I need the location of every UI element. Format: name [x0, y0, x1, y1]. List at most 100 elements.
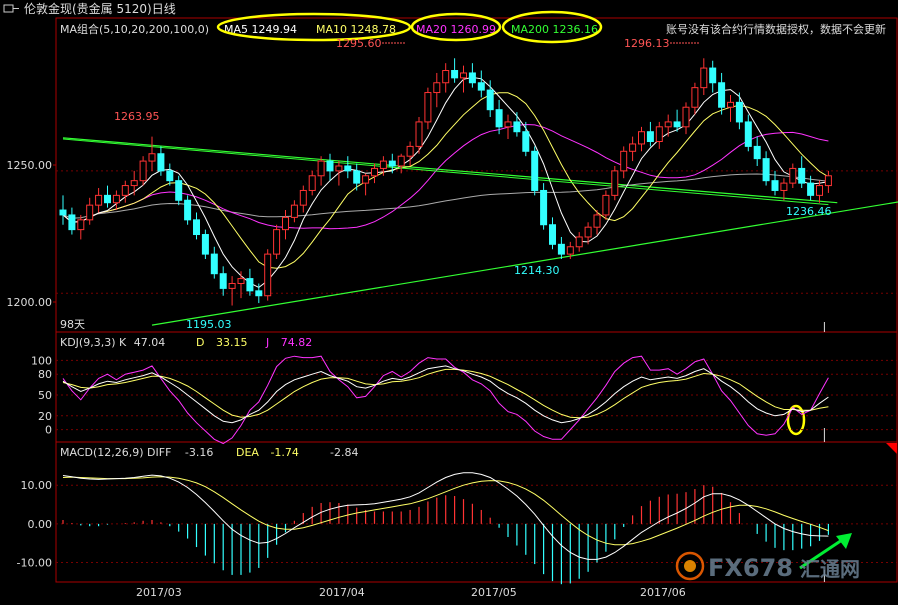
candle-body	[468, 72, 476, 84]
candle-body	[95, 194, 103, 206]
candle-body	[566, 246, 574, 255]
candle-body	[771, 180, 779, 191]
candle-body	[646, 131, 654, 143]
candle-body	[682, 106, 690, 128]
candle-body	[68, 214, 76, 231]
annotation-high-1: 1263.95	[114, 110, 160, 123]
macd-tick-label: -10.00	[17, 557, 52, 570]
candle-body	[816, 185, 823, 196]
kdj-tick-label: 0	[45, 424, 52, 437]
candle-body	[290, 204, 298, 218]
kdj-tick-label: 80	[38, 368, 52, 381]
candle-body	[442, 70, 450, 84]
candle-body	[593, 214, 601, 228]
annotation-low-2: 1214.30	[514, 264, 560, 277]
kdj-tick-label: 50	[38, 389, 52, 402]
candle-body	[201, 234, 209, 255]
candle-body	[157, 153, 165, 172]
candle-body	[735, 101, 743, 123]
candle-body	[611, 170, 619, 196]
x-label: 2017/04	[319, 586, 365, 599]
no-auth-notice: 账号没有该合约行情数据授权，数据不会更新	[666, 22, 886, 36]
x-label: 2017/03	[136, 586, 182, 599]
candle-body	[629, 143, 637, 152]
candle-body	[531, 150, 539, 191]
kdj-j-value: J 74.82	[265, 336, 312, 349]
candle-body	[237, 278, 245, 284]
ma200-label: MA200 1236.16	[511, 23, 598, 36]
macd-tick-label: 10.00	[21, 479, 53, 492]
fx678-logo: FX678 汇通网	[675, 551, 860, 582]
candle-body	[557, 243, 565, 255]
candle-body	[282, 216, 289, 231]
candle-body	[353, 170, 361, 184]
annotation-high-2: 1295.60	[336, 37, 382, 50]
candle-body	[121, 185, 129, 196]
candle-body	[264, 253, 272, 297]
grid-lines	[56, 170, 897, 564]
candle-body	[486, 89, 494, 111]
ma-indicator-label: MA组合(5,10,20,200,100,0)	[60, 22, 209, 36]
candle-body	[620, 150, 628, 172]
candle-body	[308, 175, 316, 191]
candle-body	[112, 194, 120, 204]
candle-body	[744, 121, 752, 147]
annotation-low-1: 1195.03	[186, 318, 232, 331]
candle-body	[433, 82, 441, 94]
candle-body	[638, 131, 645, 145]
candle-body	[86, 204, 94, 221]
candle-body	[326, 160, 334, 172]
candle-body	[522, 131, 530, 152]
ma10-label: MA10 1248.78	[316, 23, 396, 36]
kdj-tick-label: 100	[31, 354, 52, 367]
trend-lines	[62, 137, 898, 326]
candle-body	[824, 175, 832, 187]
candle-body	[691, 87, 699, 108]
candle-body	[549, 224, 556, 245]
candle-body	[727, 101, 734, 108]
x-label: 2017/06	[640, 586, 686, 599]
candle-body	[104, 194, 111, 204]
candle-body	[451, 70, 459, 79]
candle-body	[513, 121, 521, 133]
candle-body	[166, 170, 174, 182]
macd-hist-value: -2.84	[330, 446, 358, 459]
candle-body	[388, 160, 396, 167]
candle-body	[424, 92, 432, 123]
candle-body	[762, 158, 770, 182]
candle-body	[335, 165, 343, 172]
candle-body	[344, 165, 352, 172]
kline-chart[interactable]: 伦敦金现(贵金属 5120)日线 MA组合(5,10,20,200,100,0)…	[0, 0, 898, 601]
watermark-suffix: 汇通网	[800, 557, 860, 581]
candle-body	[130, 180, 138, 187]
candle-body	[700, 67, 708, 89]
x-label: 2017/05	[471, 586, 517, 599]
days-label: 98天	[60, 318, 85, 331]
candle-body	[664, 121, 672, 128]
price-tick-label: 1200.00	[7, 296, 53, 309]
candle-body	[807, 182, 815, 196]
macd-tick-label: 0.00	[28, 518, 53, 531]
x-axis: 2017/03 2017/04 2017/05 2017/06	[136, 586, 686, 599]
panel-frames	[55, 17, 898, 583]
candle-body	[219, 273, 227, 289]
candle-body	[175, 180, 183, 201]
kdj-label: KDJ(9,3,3) K 47.04	[60, 336, 165, 349]
candle-body	[540, 189, 548, 226]
candle-body	[709, 67, 717, 84]
macd-dea-value: DEA -1.74	[236, 446, 299, 459]
candle-body	[575, 236, 583, 248]
kdj-lines	[62, 355, 829, 445]
kdj-d-value: D 33.15	[196, 336, 247, 349]
candle-body	[59, 209, 67, 216]
candle-body	[317, 160, 325, 177]
annotation-high-3: 1296.13	[624, 37, 670, 50]
candle-body	[602, 194, 610, 216]
candle-body	[655, 126, 663, 143]
watermark-text: FX678	[708, 554, 793, 582]
candle-body	[780, 182, 788, 191]
window-title: 伦敦金现(贵金属 5120)日线	[24, 1, 176, 16]
candle-body	[228, 282, 236, 289]
candle-body	[255, 290, 263, 297]
candle-body	[371, 167, 378, 177]
